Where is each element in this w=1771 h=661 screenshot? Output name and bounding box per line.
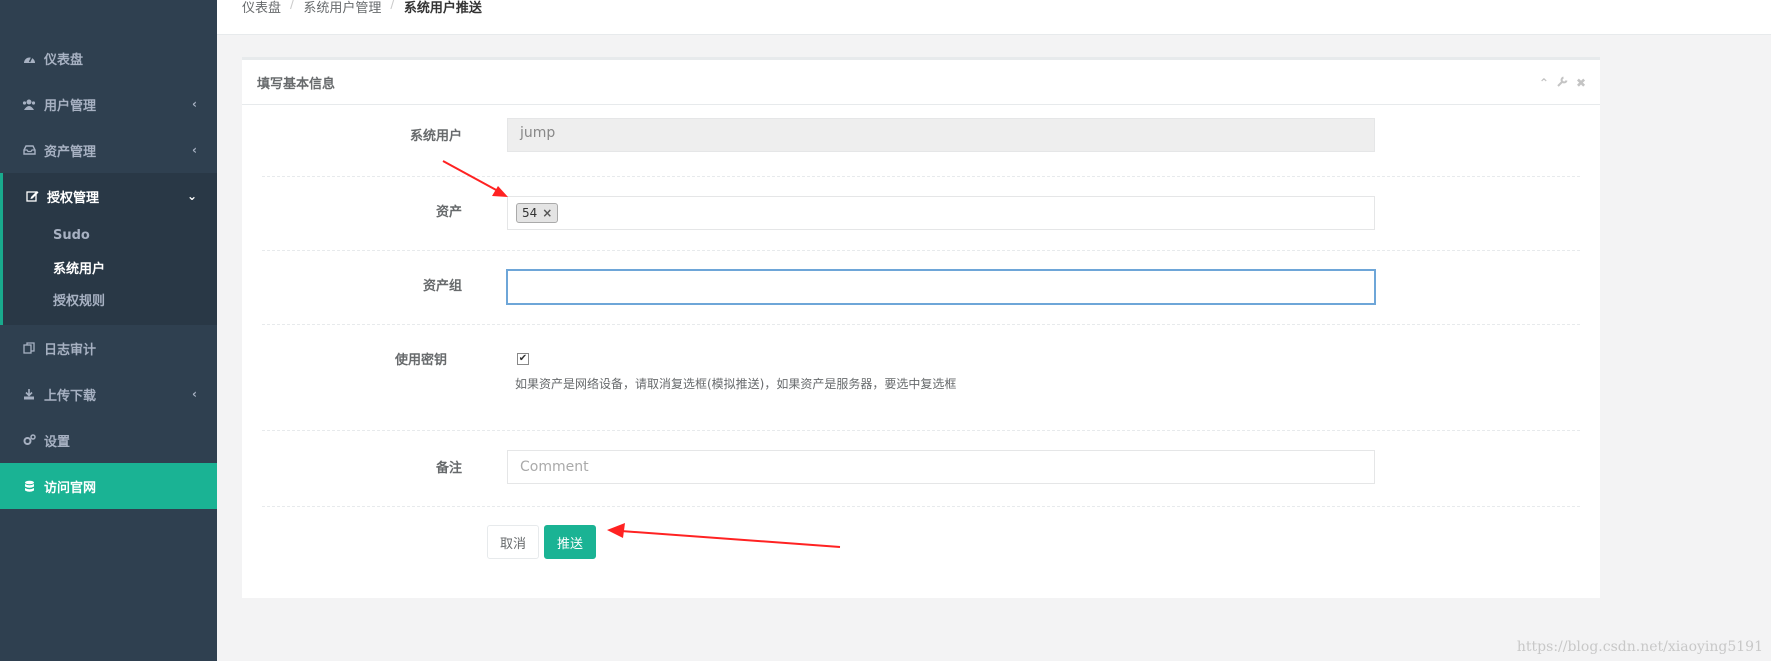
top-header: 仪表盘 / 系统用户管理 / 系统用户推送 — [217, 0, 1771, 35]
sidebar-item-assets[interactable]: 资产管理 ‹ — [0, 127, 217, 173]
form-row-asset-group: 资产组 — [262, 251, 1580, 325]
asset-tag-label: 54 — [522, 206, 538, 220]
sidebar-item-audit[interactable]: 日志审计 — [0, 325, 217, 371]
asset-select[interactable]: 54 × — [507, 196, 1375, 230]
copy-icon — [22, 341, 36, 355]
use-key-checkbox[interactable]: ✔ — [517, 353, 529, 365]
panel-tools: ⌃ ✖ — [1539, 76, 1586, 90]
breadcrumb-item-dashboard[interactable]: 仪表盘 — [242, 0, 281, 16]
sidebar-item-label: 设置 — [44, 434, 71, 450]
form-row-system-user: 系统用户 jump — [262, 105, 1580, 177]
form-row-asset: 资产 54 × — [262, 177, 1580, 251]
sidebar-item-official-site[interactable]: 访问官网 — [0, 463, 217, 509]
database-icon — [22, 479, 36, 493]
collapse-icon[interactable]: ⌃ — [1539, 76, 1549, 90]
asset-group-select[interactable] — [507, 270, 1375, 304]
panel-title: 填写基本信息 — [257, 76, 336, 92]
system-user-label: 系统用户 — [409, 129, 462, 144]
form-row-comment: 备注 — [262, 431, 1580, 507]
sidebar-item-upload-download[interactable]: 上传下载 ‹ — [0, 371, 217, 417]
sidebar-subitem-auth-rules[interactable]: 授权规则 — [3, 283, 217, 315]
sidebar-item-settings[interactable]: 设置 — [0, 417, 217, 463]
remove-tag-icon[interactable]: × — [542, 206, 552, 220]
sidebar-item-label: 上传下载 — [44, 388, 97, 404]
breadcrumb-separator: / — [290, 0, 295, 12]
chevron-down-icon: ⌄ — [186, 189, 197, 203]
wrench-icon[interactable] — [1557, 76, 1568, 90]
sidebar-item-users[interactable]: 用户管理 ‹ — [0, 81, 217, 127]
form-row-use-key: 使用密钥 ✔ 如果资产是网络设备，请取消复选框(模拟推送)，如果资产是服务器，要… — [262, 325, 1580, 431]
sidebar-subitem-system-user[interactable]: 系统用户 — [3, 251, 217, 283]
cancel-button[interactable]: 取消 — [487, 525, 540, 559]
sidebar: 仪表盘 用户管理 ‹ 资产管理 ‹ 授权管理 ⌄ Sudo 系统用户 授权规则 — [0, 0, 217, 661]
chevron-left-icon: ‹ — [192, 387, 197, 401]
push-button[interactable]: 推送 — [544, 525, 597, 559]
sidebar-item-label: 资产管理 — [44, 144, 97, 160]
sidebar-item-label: 日志审计 — [44, 342, 97, 358]
sidebar-item-label: 访问官网 — [44, 480, 97, 496]
use-key-label: 使用密钥 — [394, 353, 447, 368]
sidebar-item-label: 授权管理 — [47, 190, 100, 206]
sidebar-group-permissions: 授权管理 ⌄ Sudo 系统用户 授权规则 — [0, 173, 217, 325]
chevron-left-icon: ‹ — [192, 97, 197, 111]
sidebar-submenu: Sudo 系统用户 授权规则 — [3, 219, 217, 325]
breadcrumb-item-current: 系统用户推送 — [403, 1, 482, 16]
sidebar-top — [0, 0, 217, 35]
users-icon — [22, 97, 36, 111]
asset-label: 资产 — [435, 205, 462, 220]
inbox-icon — [22, 143, 36, 157]
sidebar-item-label: 仪表盘 — [44, 52, 84, 68]
comment-input[interactable] — [507, 450, 1375, 484]
panel-header: 填写基本信息 ⌃ ✖ — [242, 60, 1600, 105]
download-icon — [22, 387, 36, 401]
watermark: https://blog.csdn.net/xiaoying5191 — [1516, 639, 1763, 655]
chevron-left-icon: ‹ — [192, 143, 197, 157]
breadcrumb: 仪表盘 / 系统用户管理 / 系统用户推送 — [242, 0, 482, 16]
breadcrumb-separator: / — [390, 0, 395, 12]
system-user-field: jump — [507, 118, 1375, 152]
sidebar-item-label: 用户管理 — [44, 98, 97, 114]
sidebar-subitem-sudo[interactable]: Sudo — [3, 219, 217, 251]
asset-tag: 54 × — [516, 203, 559, 223]
form-panel: 填写基本信息 ⌃ ✖ 系统用户 jump 资产 54 × 资产组 使用密钥 ✔ … — [242, 57, 1600, 598]
cogs-icon — [22, 433, 36, 447]
sidebar-item-permissions[interactable]: 授权管理 ⌄ — [3, 173, 217, 219]
comment-label: 备注 — [435, 461, 462, 476]
close-icon[interactable]: ✖ — [1576, 76, 1586, 90]
edit-icon — [25, 189, 39, 203]
breadcrumb-item-system-user-mgmt[interactable]: 系统用户管理 — [303, 0, 381, 16]
use-key-help-text: 如果资产是网络设备，请取消复选框(模拟推送)，如果资产是服务器，要选中复选框 — [515, 377, 957, 391]
asset-group-label: 资产组 — [422, 279, 462, 294]
sidebar-item-dashboard[interactable]: 仪表盘 — [0, 35, 217, 81]
dashboard-icon — [22, 51, 36, 65]
